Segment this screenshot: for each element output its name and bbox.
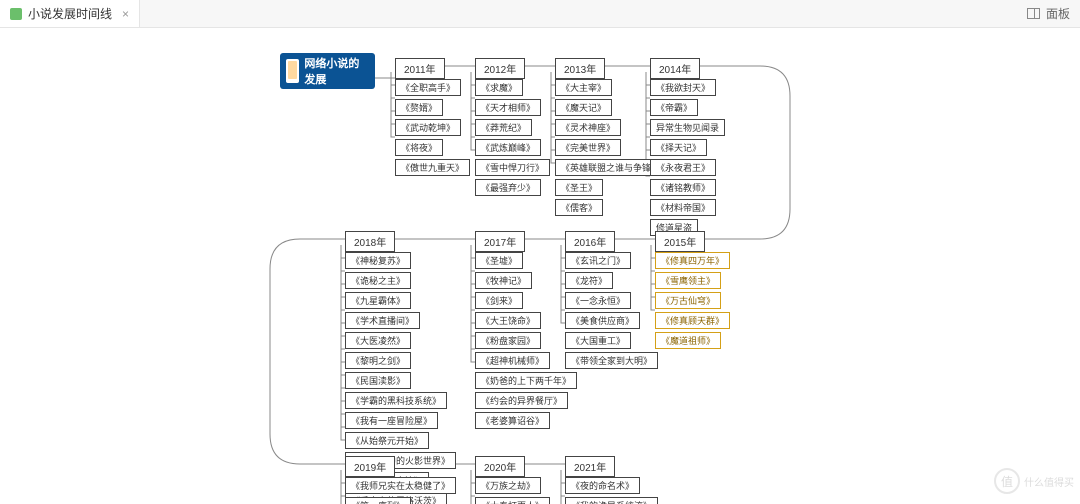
- year-2020年[interactable]: 2020年: [475, 456, 525, 477]
- items-2012年: 《求魔》《天才相师》《莽荒纪》《武炼巅峰》《雪中悍刀行》《最强弃少》: [475, 78, 550, 197]
- year-2011年[interactable]: 2011年: [395, 58, 445, 79]
- book-item[interactable]: 《完美世界》: [555, 139, 621, 156]
- app-window: 小说发展时间线 × 面板 网络小说的发展 2011年《全职高手》《赘婿》《武动乾…: [0, 0, 1080, 504]
- tab-title: 小说发展时间线: [28, 5, 112, 22]
- book-item[interactable]: 《万古仙穹》: [655, 292, 721, 309]
- book-item[interactable]: 《材料帝国》: [650, 199, 716, 216]
- book-item[interactable]: 异常生物见闻录: [650, 119, 725, 136]
- book-item[interactable]: 《修真四万年》: [655, 252, 730, 269]
- items-2017年: 《圣墟》《牧神记》《剑来》《大王饶命》《粉盘家园》《超神机械师》《奶爸的上下两千…: [475, 251, 577, 430]
- panel-label[interactable]: 面板: [1046, 5, 1070, 22]
- book-item[interactable]: 《约会的异界餐厅》: [475, 392, 568, 409]
- book-item[interactable]: 《奶爸的上下两千年》: [475, 372, 577, 389]
- items-2011年: 《全职高手》《赘婿》《武动乾坤》《将夜》《傲世九重天》: [395, 78, 470, 177]
- book-item[interactable]: 《黎明之剑》: [345, 352, 411, 369]
- book-item[interactable]: 《九星霸体》: [345, 292, 411, 309]
- book-item[interactable]: 《莽荒纪》: [475, 119, 532, 136]
- year-2015年[interactable]: 2015年: [655, 231, 705, 252]
- book-item[interactable]: 《武动乾坤》: [395, 119, 461, 136]
- canvas[interactable]: 网络小说的发展 2011年《全职高手》《赘婿》《武动乾坤》《将夜》《傲世九重天》…: [0, 28, 1080, 504]
- root-node[interactable]: 网络小说的发展: [280, 53, 375, 89]
- book-item[interactable]: 《夜的命名术》: [565, 477, 640, 494]
- root-label: 网络小说的发展: [304, 55, 369, 87]
- book-item[interactable]: 《儒客》: [555, 199, 603, 216]
- book-item[interactable]: 《第一序列》: [345, 497, 411, 504]
- items-2021年: 《夜的命名术》《我的诡异系统流》《我在祈祷有各除黑三十年》《我用闲书成圣人》《某…: [565, 476, 721, 504]
- tab-icon: [10, 8, 22, 20]
- book-item[interactable]: 《魔天记》: [555, 99, 612, 116]
- book-item[interactable]: 《将夜》: [395, 139, 443, 156]
- book-item[interactable]: 《赘婿》: [395, 99, 443, 116]
- book-item[interactable]: 《万族之劫》: [475, 477, 541, 494]
- book-item[interactable]: 《从始祭元开始》: [345, 432, 429, 449]
- year-2014年[interactable]: 2014年: [650, 58, 700, 79]
- book-item[interactable]: 《大主宰》: [555, 79, 612, 96]
- items-2019年: 《我师兄实在太稳健了》《第一序列》《亏成首富从游戏开始》《奶何棋缘》《荷养全人供…: [345, 476, 456, 504]
- book-item[interactable]: 《大王饶命》: [475, 312, 541, 329]
- year-2018年[interactable]: 2018年: [345, 231, 395, 252]
- book-item[interactable]: 《雪鹰领主》: [655, 272, 721, 289]
- book-item[interactable]: 《求魔》: [475, 79, 523, 96]
- book-item[interactable]: 《永夜君王》: [650, 159, 716, 176]
- book-item[interactable]: 《圣墟》: [475, 252, 523, 269]
- watermark: 值 什么值得买: [994, 464, 1074, 498]
- book-item[interactable]: 《带领全家到大明》: [565, 352, 658, 369]
- book-item[interactable]: 《神秘复苏》: [345, 252, 411, 269]
- book-item[interactable]: 《魔道祖师》: [655, 332, 721, 349]
- book-item[interactable]: 《全职高手》: [395, 79, 461, 96]
- book-item[interactable]: 《老婆算诏谷》: [475, 412, 550, 429]
- year-2021年[interactable]: 2021年: [565, 456, 615, 477]
- book-item[interactable]: 《灵术神座》: [555, 119, 621, 136]
- book-item[interactable]: 《牧神记》: [475, 272, 532, 289]
- year-2013年[interactable]: 2013年: [555, 58, 605, 79]
- book-item[interactable]: 《圣王》: [555, 179, 603, 196]
- book-item[interactable]: 《大国重工》: [565, 332, 631, 349]
- book-item[interactable]: 《傲世九重天》: [395, 159, 470, 176]
- book-item[interactable]: 《我师兄实在太稳健了》: [345, 477, 456, 494]
- book-item[interactable]: 《超神机械师》: [475, 352, 550, 369]
- items-2020年: 《万族之劫》《大奉打更人》《孙猴子是我师弟》《长夜余火》《天寒仙盗》《神秘书》《…: [475, 476, 568, 504]
- book-item[interactable]: 《大医凌然》: [345, 332, 411, 349]
- tab[interactable]: 小说发展时间线 ×: [0, 0, 140, 27]
- right-tools: 面板: [1027, 5, 1080, 22]
- book-item[interactable]: 《龙符》: [565, 272, 613, 289]
- book-item[interactable]: 《剑来》: [475, 292, 523, 309]
- book-item[interactable]: 《学术直播间》: [345, 312, 420, 329]
- book-item[interactable]: 《最强弃少》: [475, 179, 541, 196]
- close-icon[interactable]: ×: [122, 7, 129, 21]
- year-2016年[interactable]: 2016年: [565, 231, 615, 252]
- book-item[interactable]: 《修真顾天群》: [655, 312, 730, 329]
- phone-icon: [286, 59, 299, 83]
- items-2015年: 《修真四万年》《雪鹰领主》《万古仙穹》《修真顾天群》《魔道祖师》: [655, 251, 730, 350]
- book-item[interactable]: 《玄讯之门》: [565, 252, 631, 269]
- book-item[interactable]: 《武炼巅峰》: [475, 139, 541, 156]
- book-item[interactable]: 《我的诡异系统流》: [565, 497, 658, 504]
- year-2017年[interactable]: 2017年: [475, 231, 525, 252]
- book-item[interactable]: 《一念永恒》: [565, 292, 631, 309]
- panel-icon[interactable]: [1027, 8, 1040, 19]
- watermark-text: 什么值得买: [1024, 474, 1074, 489]
- watermark-icon: 值: [994, 468, 1020, 494]
- book-item[interactable]: 《学霸的黑科技系统》: [345, 392, 447, 409]
- book-item[interactable]: 《诡秘之主》: [345, 272, 411, 289]
- book-item[interactable]: 《诸铭教师》: [650, 179, 716, 196]
- book-item[interactable]: 《大奉打更人》: [475, 497, 550, 504]
- book-item[interactable]: 《我有一座冒险屋》: [345, 412, 438, 429]
- titlebar: 小说发展时间线 × 面板: [0, 0, 1080, 28]
- book-item[interactable]: 《民国渎影》: [345, 372, 411, 389]
- book-item[interactable]: 《粉盘家园》: [475, 332, 541, 349]
- book-item[interactable]: 《择天记》: [650, 139, 707, 156]
- year-2019年[interactable]: 2019年: [345, 456, 395, 477]
- book-item[interactable]: 《帝霸》: [650, 99, 698, 116]
- book-item[interactable]: 《雪中悍刀行》: [475, 159, 550, 176]
- book-item[interactable]: 《天才相师》: [475, 99, 541, 116]
- items-2014年: 《我欲封天》《帝霸》异常生物见闻录《择天记》《永夜君王》《诸铭教师》《材料帝国》…: [650, 78, 725, 237]
- book-item[interactable]: 《美食供应商》: [565, 312, 640, 329]
- items-2016年: 《玄讯之门》《龙符》《一念永恒》《美食供应商》《大国重工》《带领全家到大明》: [565, 251, 658, 370]
- year-2012年[interactable]: 2012年: [475, 58, 525, 79]
- book-item[interactable]: 《我欲封天》: [650, 79, 716, 96]
